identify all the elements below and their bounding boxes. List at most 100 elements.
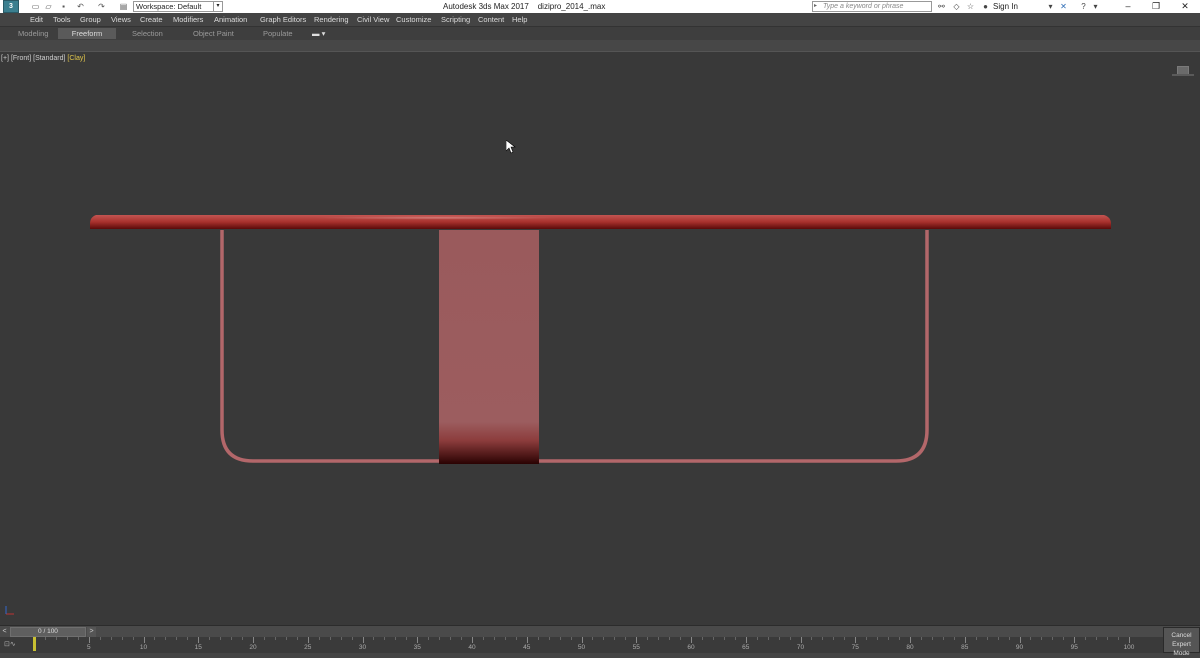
track-bar[interactable]: ⊡∿ 5 10 15 20 25 30 35 40 45 50 55 60 65 70 75 80 85 90 95… xyxy=(0,637,1200,653)
ruler-label: 65 xyxy=(742,644,750,651)
menu-bar: Edit Tools Group Views Create Modifiers … xyxy=(0,13,1200,27)
menu-create[interactable]: Create xyxy=(140,15,163,25)
ruler-tick xyxy=(406,637,408,640)
menu-group[interactable]: Group xyxy=(80,15,101,25)
ruler-label: 55 xyxy=(632,644,640,651)
axis-tripod-icon xyxy=(5,606,14,615)
favorites-star-icon[interactable]: ☆ xyxy=(965,1,976,12)
tab-modeling[interactable]: Modeling xyxy=(10,28,56,39)
ruler-tick xyxy=(1085,637,1087,640)
front-viewport[interactable]: [+] [Front] [Standard] [Clay] xyxy=(0,52,1200,625)
tab-populate[interactable]: Populate xyxy=(255,28,301,39)
ruler-tick xyxy=(581,637,583,643)
menu-views[interactable]: Views xyxy=(111,15,131,25)
ruler-tick xyxy=(625,637,627,640)
ruler-tick xyxy=(274,637,276,640)
menu-content[interactable]: Content xyxy=(478,15,504,25)
workspace-dropdown[interactable]: Workspace: Default xyxy=(133,1,223,12)
ruler-tick xyxy=(242,637,244,640)
ruler-tick xyxy=(636,637,638,643)
exchange-apps-icon[interactable]: ✕ xyxy=(1058,1,1069,12)
track-bar-filter-icon[interactable]: ⊡∿ xyxy=(4,640,16,648)
time-slider-thumb[interactable]: 0 / 100 xyxy=(10,627,86,637)
project-folder-icon[interactable]: ▤ xyxy=(118,1,129,12)
sign-in-button[interactable]: Sign In xyxy=(993,1,1018,12)
undo-icon[interactable]: ↶ xyxy=(75,1,86,12)
menu-civil-view[interactable]: Civil View xyxy=(357,15,389,25)
ruler-label: 45 xyxy=(523,644,531,651)
file-name: dizipro_2014_.max xyxy=(537,2,606,11)
help-dropdown-icon[interactable]: ▾ xyxy=(1090,1,1101,12)
ruler-tick xyxy=(515,637,517,640)
menu-customize[interactable]: Customize xyxy=(396,15,431,25)
ruler-tick xyxy=(756,637,758,640)
menu-graph-editors[interactable]: Graph Editors xyxy=(260,15,306,25)
ruler-tick xyxy=(231,637,233,640)
ribbon-panel xyxy=(0,40,1200,52)
expert-mode-label: Expert Mode xyxy=(1172,641,1191,657)
ruler-label: 10 xyxy=(139,644,148,651)
scene-object-table[interactable] xyxy=(0,52,1200,625)
new-file-icon[interactable]: ▭ xyxy=(30,1,41,12)
menu-scripting[interactable]: Scripting xyxy=(441,15,470,25)
ruler-tick xyxy=(800,637,802,643)
frame-ruler[interactable]: 5 10 15 20 25 30 35 40 45 50 55 60 65 70 75 80 85 90 95 100 xyxy=(34,637,1134,653)
menu-help[interactable]: Help xyxy=(512,15,527,25)
ruler-label: 35 xyxy=(413,644,421,651)
sign-in-dropdown-icon[interactable]: ▾ xyxy=(1045,1,1056,12)
ruler-tick xyxy=(888,637,890,640)
time-slider-next-button[interactable]: > xyxy=(87,627,96,637)
ruler-tick xyxy=(866,637,868,640)
time-slider-prev-button[interactable]: < xyxy=(0,627,9,637)
save-icon[interactable]: ▪ xyxy=(58,1,69,12)
ruler-tick xyxy=(1074,637,1076,643)
ruler-tick xyxy=(198,637,200,643)
ruler-label: 25 xyxy=(304,644,312,651)
search-input[interactable]: Type a keyword or phrase xyxy=(812,1,932,12)
user-icon[interactable]: ● xyxy=(980,1,991,12)
ruler-tick xyxy=(285,637,287,640)
time-slider[interactable]: < 0 / 100 > xyxy=(0,625,1200,637)
ruler-label: 5 xyxy=(86,644,91,651)
ruler-tick xyxy=(340,637,342,640)
frame-leg xyxy=(220,230,929,463)
minimize-icon[interactable]: – xyxy=(1113,0,1143,13)
ruler-tick xyxy=(55,637,57,640)
app-icon[interactable]: 3 xyxy=(3,0,19,13)
ruler-label: 100 xyxy=(1123,644,1135,651)
restore-icon[interactable]: ❐ xyxy=(1141,0,1171,13)
tab-freeform[interactable]: Freeform xyxy=(58,28,116,39)
ruler-tick xyxy=(88,637,90,643)
menu-edit[interactable]: Edit xyxy=(30,15,43,25)
ruler-tick xyxy=(1030,637,1032,640)
menu-animation[interactable]: Animation xyxy=(214,15,247,25)
close-icon[interactable]: ✕ xyxy=(1170,0,1200,13)
ribbon-options-icon[interactable]: ▬ ▾ xyxy=(304,28,333,39)
menu-rendering[interactable]: Rendering xyxy=(314,15,349,25)
open-file-icon[interactable]: ▱ xyxy=(43,1,54,12)
ruler-tick xyxy=(964,637,966,643)
ruler-tick xyxy=(953,637,955,640)
ruler-tick xyxy=(669,637,671,640)
cancel-expert-mode-button[interactable]: Cancel Expert Mode xyxy=(1163,627,1200,657)
ruler-label: 30 xyxy=(358,644,367,651)
binoculars-icon[interactable]: ⚯ xyxy=(936,1,947,12)
title-bar: 3 ▭ ▱ ▪ ↶ ↷ ▤ Workspace: Default ▾ Autod… xyxy=(0,0,1200,13)
workspace-menu-arrow[interactable]: ▾ xyxy=(213,1,223,12)
ruler-label: 75 xyxy=(851,644,859,651)
help-icon[interactable]: ? xyxy=(1078,1,1089,12)
center-panel xyxy=(439,230,539,464)
ruler-tick xyxy=(614,637,616,640)
menu-modifiers[interactable]: Modifiers xyxy=(173,15,203,25)
ruler-tick xyxy=(482,637,484,640)
tab-selection[interactable]: Selection xyxy=(124,28,171,39)
ruler-label: 60 xyxy=(687,644,695,651)
tab-object-paint[interactable]: Object Paint xyxy=(185,28,242,39)
current-frame-marker[interactable] xyxy=(33,637,36,651)
menu-tools[interactable]: Tools xyxy=(53,15,71,25)
ruler-tick xyxy=(318,637,320,640)
communication-center-icon[interactable]: ◇ xyxy=(951,1,962,12)
redo-icon[interactable]: ↷ xyxy=(96,1,107,12)
ruler-tick xyxy=(165,637,167,640)
ruler-tick xyxy=(931,637,933,640)
